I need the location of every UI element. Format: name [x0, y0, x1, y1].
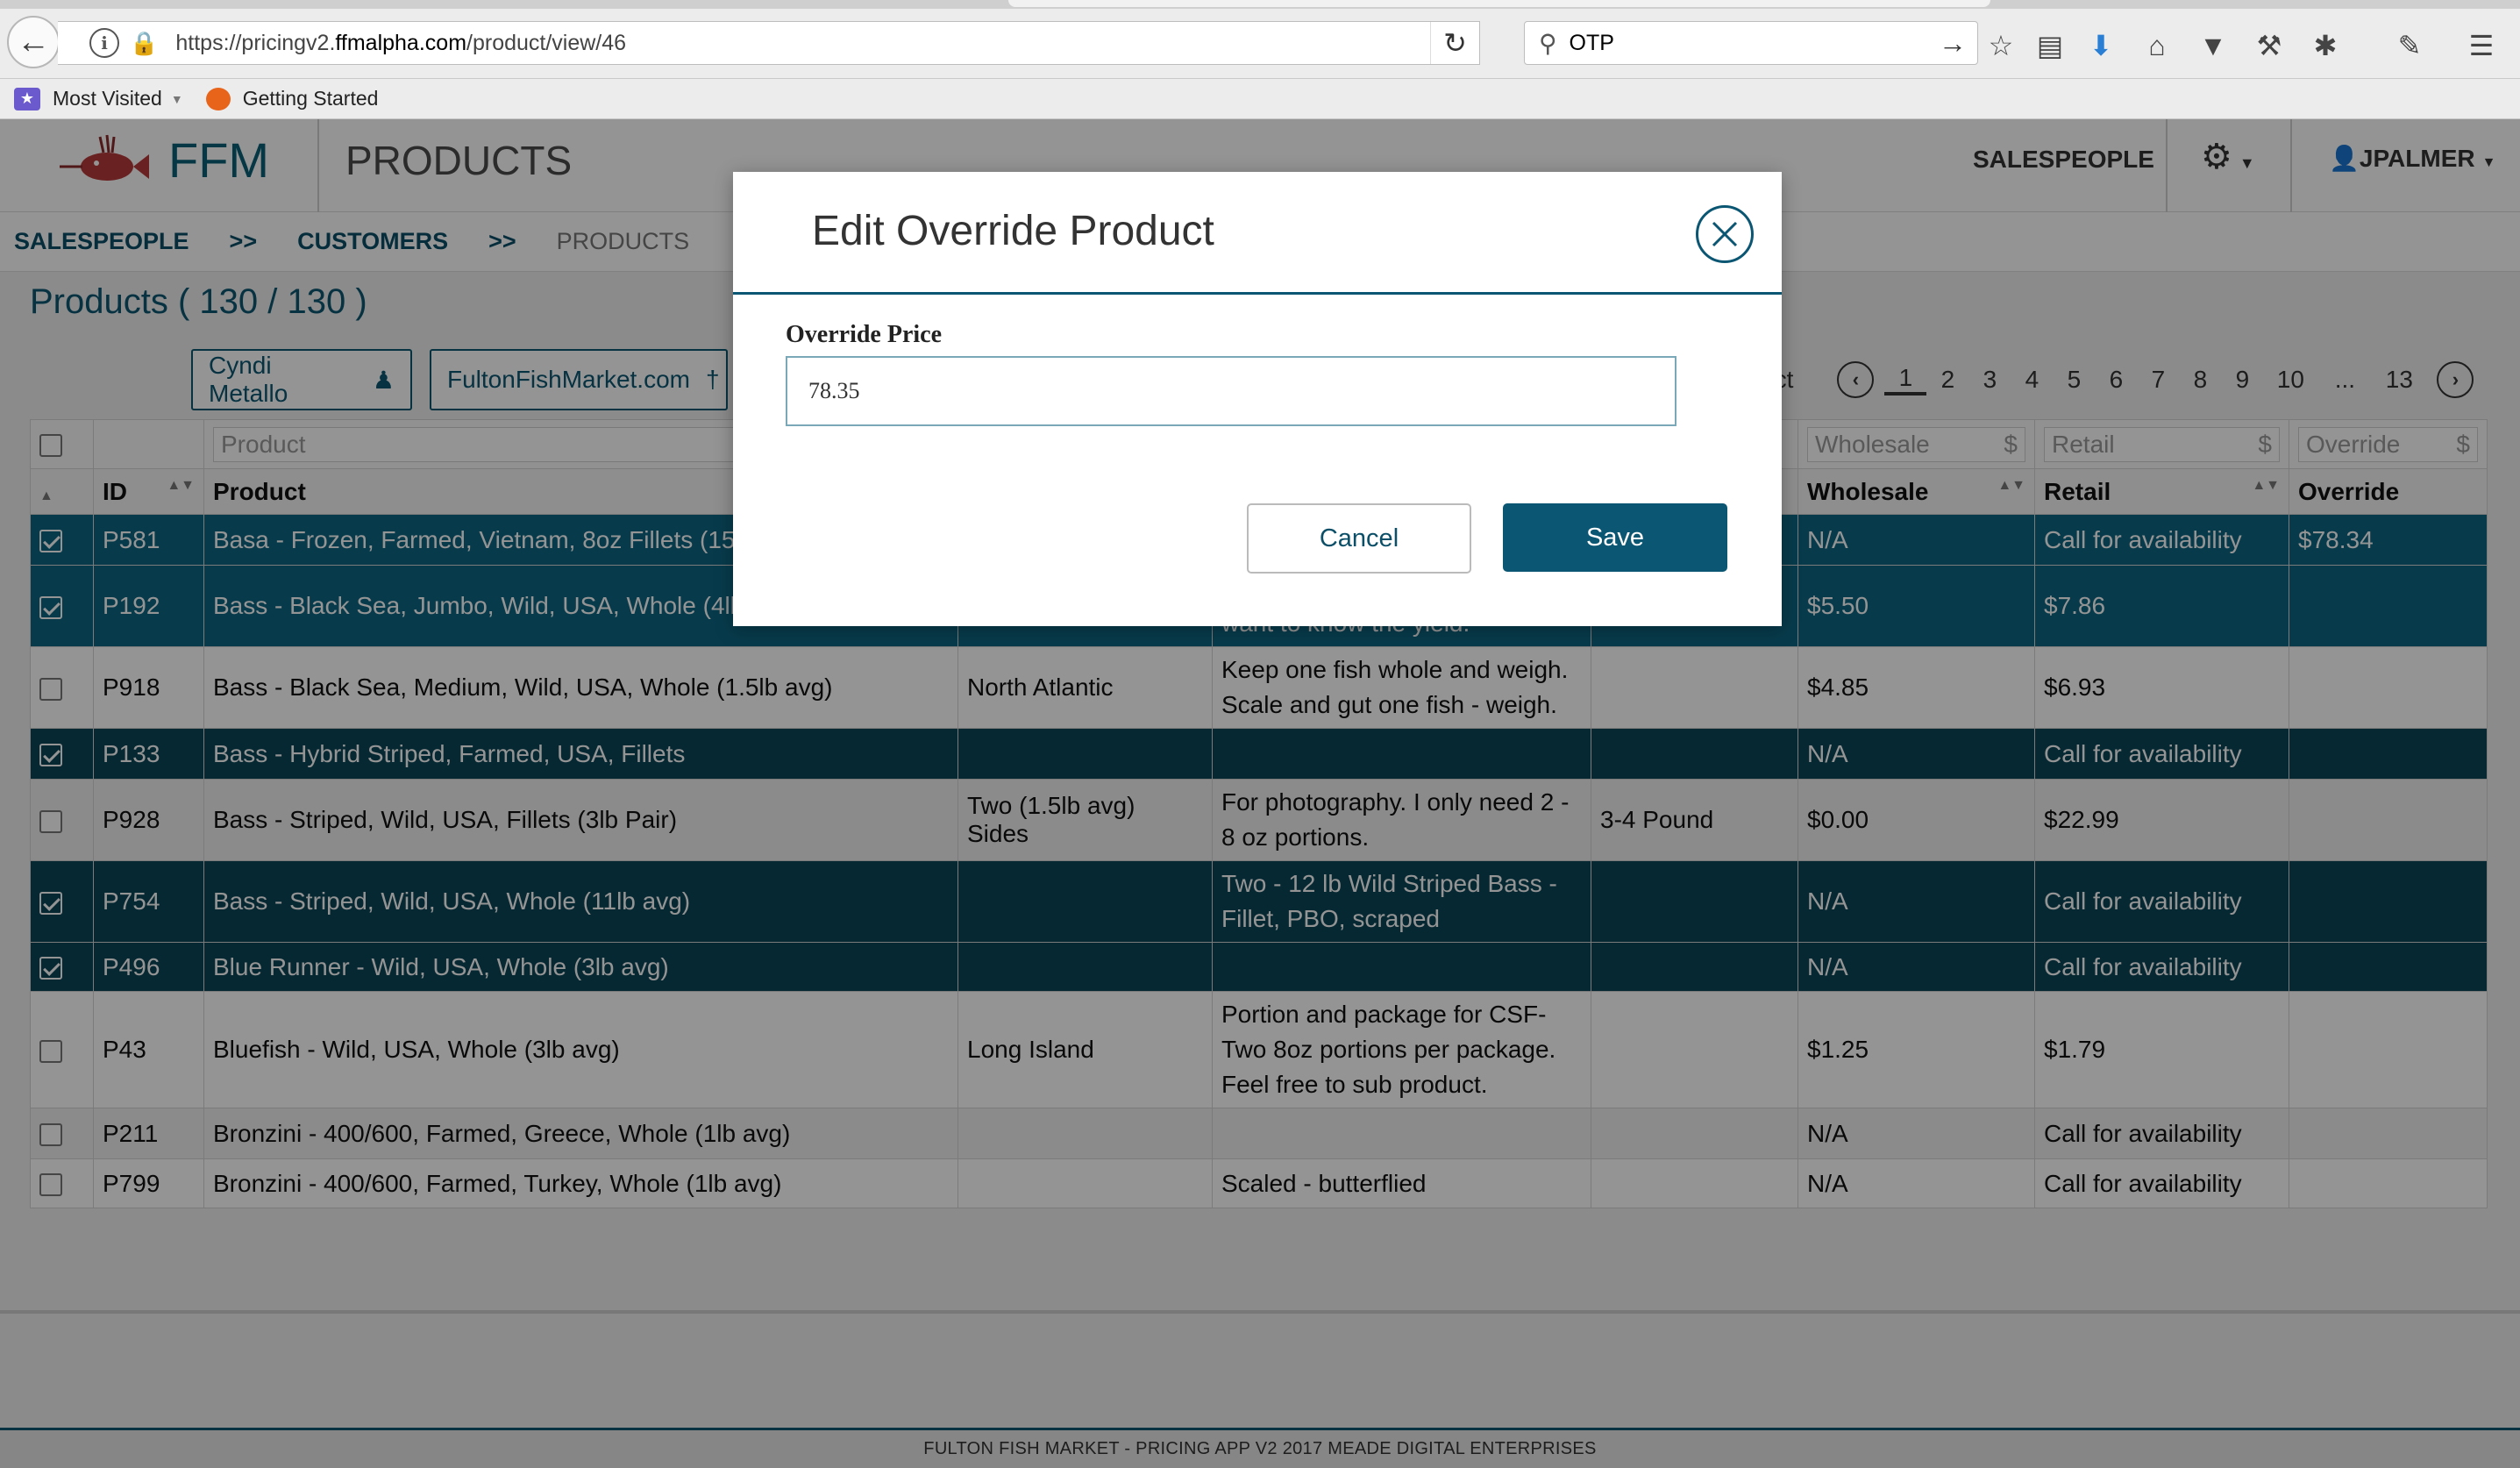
- extension-icon[interactable]: ✱: [2306, 26, 2345, 65]
- star-icon[interactable]: ☆: [1982, 26, 2020, 65]
- bookmarks-bar: ★ Most Visited ▼ Getting Started: [0, 79, 2520, 119]
- menu-icon[interactable]: ☰: [2462, 26, 2501, 65]
- cancel-button[interactable]: Cancel: [1247, 503, 1471, 574]
- folder-icon: ★: [14, 87, 40, 110]
- reading-list-icon[interactable]: ▤: [2031, 26, 2069, 65]
- url-bar[interactable]: i 🔒 https://pricingv2.ffmalpha.com/produ…: [58, 21, 1480, 65]
- bookmark-label: Most Visited: [53, 87, 162, 110]
- home-icon[interactable]: ⌂: [2138, 26, 2176, 65]
- chevron-down-icon: ▼: [170, 91, 183, 106]
- reload-icon[interactable]: ↻: [1430, 22, 1479, 64]
- tool-icon[interactable]: ⚒: [2250, 26, 2289, 65]
- edit-override-dialog: Edit Override Product Override Price Can…: [733, 172, 1782, 626]
- lock-icon: 🔒: [130, 29, 159, 56]
- search-icon: ⚲: [1539, 29, 1557, 57]
- search-input[interactable]: ⚲ OTP →: [1524, 21, 1978, 65]
- close-icon[interactable]: [1696, 205, 1754, 263]
- eyedropper-icon[interactable]: ✎: [2390, 26, 2429, 65]
- bookmark-label: Getting Started: [242, 87, 379, 110]
- firefox-icon: [205, 87, 231, 110]
- override-price-label: Override Price: [786, 321, 943, 348]
- dialog-title: Edit Override Product: [812, 208, 1214, 254]
- bookmark-most-visited[interactable]: ★ Most Visited ▼: [14, 87, 183, 110]
- url-text[interactable]: https://pricingv2.ffmalpha.com/product/v…: [175, 31, 626, 56]
- override-price-input[interactable]: [786, 356, 1676, 426]
- save-button[interactable]: Save: [1503, 503, 1727, 572]
- go-arrow-icon[interactable]: →: [1939, 27, 1967, 60]
- active-tab[interactable]: [1008, 0, 1990, 7]
- back-arrow-icon[interactable]: ←: [7, 16, 60, 68]
- dialog-header: Edit Override Product: [733, 172, 1782, 295]
- info-icon[interactable]: i: [89, 28, 119, 58]
- browser-toolbar: ← i 🔒 https://pricingv2.ffmalpha.com/pro…: [0, 9, 2520, 79]
- tab-strip: [0, 0, 2520, 9]
- download-icon[interactable]: ⬇: [2082, 26, 2120, 65]
- pocket-icon[interactable]: ▼: [2194, 26, 2232, 65]
- bookmark-getting-started[interactable]: Getting Started: [205, 87, 379, 110]
- search-query[interactable]: OTP: [1570, 31, 1614, 56]
